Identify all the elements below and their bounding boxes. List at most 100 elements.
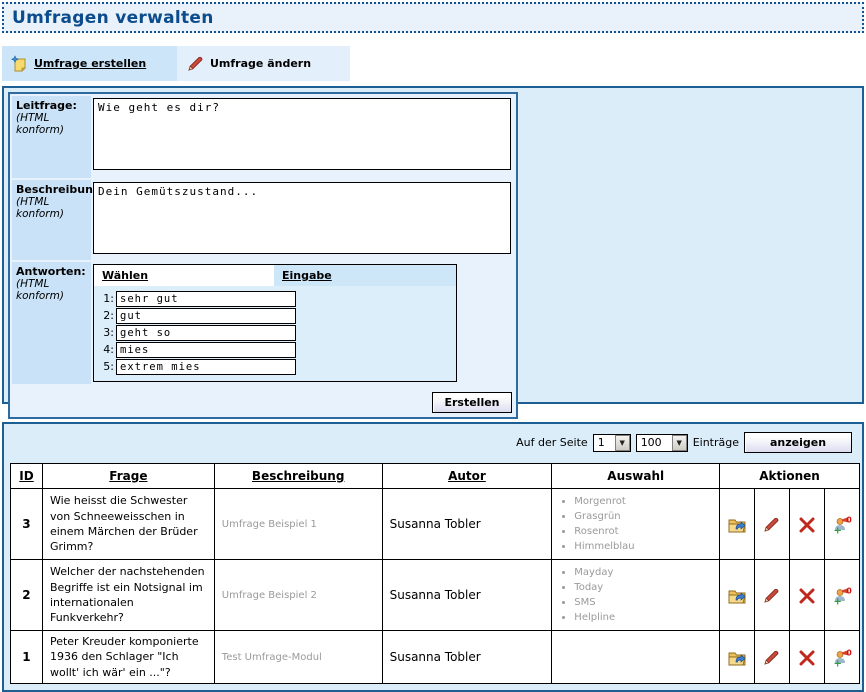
answer-input-5[interactable] [116, 359, 296, 375]
create-form-panel: Leitfrage: (HTML konform) Wie geht es di… [2, 86, 864, 404]
create-form: Leitfrage: (HTML konform) Wie geht es di… [8, 92, 518, 419]
column-header-autor[interactable]: Autor [382, 464, 552, 489]
answers-tab-waehlen[interactable]: Wählen [94, 265, 274, 286]
field-label: Beschreibung: [16, 183, 89, 196]
edit-pencil-icon [763, 517, 781, 533]
answer-row: 2: [94, 307, 456, 324]
edit-action-button[interactable] [755, 631, 790, 684]
column-header-beschreibung[interactable]: Beschreibung [214, 464, 382, 489]
field-sublabel: (HTML konform) [16, 112, 89, 136]
page-title: Umfragen verwalten [12, 8, 214, 28]
pagination-suffix-label: Einträge [693, 436, 739, 449]
delete-action-button[interactable] [790, 560, 825, 631]
chevron-down-icon[interactable]: ▼ [615, 435, 630, 451]
tab-umfrage-erstellen[interactable]: Umfrage erstellen [2, 46, 177, 81]
svg-text:0: 0 [846, 516, 851, 525]
choice-item: Grasgrün [574, 509, 712, 524]
cell-description: Test Umfrage-Modul [214, 631, 382, 684]
preview-action-button[interactable] [720, 489, 755, 560]
tab-umfrage-aendern[interactable]: Umfrage ändern [177, 46, 350, 81]
erstellen-button[interactable]: Erstellen [432, 392, 512, 413]
delete-action-button[interactable] [790, 489, 825, 560]
add-voter-action-button[interactable]: 0 + [824, 560, 859, 631]
preview-action-button[interactable] [720, 631, 755, 684]
cell-id: 1 [11, 631, 43, 684]
preview-folder-icon [727, 516, 747, 534]
page-title-bar: Umfragen verwalten [2, 2, 864, 33]
cell-author: Susanna Tobler [382, 560, 552, 631]
column-header-auswahl: Auswahl [552, 464, 720, 489]
antworten-label: Antworten: (HTML konform) [12, 262, 91, 384]
cell-question: Welcher der nachstehenden Begriffe ist e… [42, 560, 214, 631]
add-voter-icon: 0 + [832, 586, 852, 605]
answer-input-4[interactable] [116, 342, 296, 358]
column-header-frage[interactable]: Frage [42, 464, 214, 489]
choice-item: Helpline [574, 610, 712, 625]
answer-input-2[interactable] [116, 308, 296, 324]
survey-table: ID Frage Beschreibung Autor Auswahl Akti… [10, 463, 860, 684]
field-label: Antworten: [16, 265, 89, 278]
choice-item: Mayday [574, 565, 712, 580]
answer-number: 3: [94, 326, 116, 339]
delete-x-icon [798, 517, 816, 533]
column-header-aktionen: Aktionen [720, 464, 860, 489]
pagination-controls: Auf der Seite 1 ▼ 100 ▼ Einträge anzeige… [10, 432, 856, 453]
field-sublabel: (HTML konform) [16, 278, 89, 302]
svg-text:+: + [833, 659, 841, 668]
cell-question: Peter Kreuder komponierte 1936 den Schla… [42, 631, 214, 684]
answer-number: 2: [94, 309, 116, 322]
delete-action-button[interactable] [790, 631, 825, 684]
edit-action-button[interactable] [755, 560, 790, 631]
edit-pencil-icon [186, 56, 204, 72]
new-note-icon [11, 55, 28, 72]
column-header-id[interactable]: ID [11, 464, 43, 489]
add-voter-icon: 0 + [832, 648, 852, 667]
cell-author: Susanna Tobler [382, 489, 552, 560]
add-voter-icon: 0 + [832, 515, 852, 534]
beschreibung-label: Beschreibung: (HTML konform) [12, 180, 91, 260]
leitfrage-textarea[interactable]: Wie geht es dir? [93, 98, 511, 170]
choice-item: Morgenrot [574, 494, 712, 509]
tab-label: Umfrage erstellen [34, 57, 146, 70]
tab-bar: Umfrage erstellen Umfrage ändern [2, 46, 864, 81]
page-select[interactable]: 1 ▼ [593, 434, 631, 452]
preview-folder-icon [727, 587, 747, 605]
chevron-down-icon[interactable]: ▼ [672, 435, 687, 451]
eingabe-link[interactable]: Eingabe [282, 269, 332, 282]
svg-text:+: + [833, 597, 841, 606]
table-row: 1 Peter Kreuder komponierte 1936 den Sch… [11, 631, 860, 684]
edit-pencil-icon [763, 650, 781, 666]
page-select-value: 1 [598, 436, 608, 449]
field-label: Leitfrage: [16, 99, 89, 112]
choice-item: Today [574, 580, 712, 595]
answer-input-1[interactable] [116, 291, 296, 307]
cell-description: Umfrage Beispiel 1 [214, 489, 382, 560]
table-header-row: ID Frage Beschreibung Autor Auswahl Akti… [11, 464, 860, 489]
cell-id: 2 [11, 560, 43, 631]
per-page-select[interactable]: 100 ▼ [636, 434, 688, 452]
survey-list-panel: Auf der Seite 1 ▼ 100 ▼ Einträge anzeige… [2, 422, 864, 692]
preview-action-button[interactable] [720, 560, 755, 631]
answer-input-3[interactable] [116, 325, 296, 341]
svg-text:0: 0 [846, 649, 851, 658]
add-voter-action-button[interactable]: 0 + [824, 489, 859, 560]
choice-item: Himmelblau [574, 539, 712, 554]
answer-row: 5: [94, 358, 456, 375]
answer-number: 1: [94, 292, 116, 305]
cell-author: Susanna Tobler [382, 631, 552, 684]
add-voter-action-button[interactable]: 0 + [824, 631, 859, 684]
beschreibung-row: Beschreibung: (HTML konform) Dein Gemüts… [12, 180, 514, 260]
edit-action-button[interactable] [755, 489, 790, 560]
svg-text:+: + [833, 526, 841, 535]
anzeigen-button[interactable]: anzeigen [744, 432, 852, 453]
answer-row: 1: [94, 290, 456, 307]
choice-item: SMS [574, 595, 712, 610]
field-sublabel: (HTML konform) [16, 196, 89, 220]
waehlen-link[interactable]: Wählen [102, 269, 148, 282]
antworten-row: Antworten: (HTML konform) Wählen Eingabe [12, 262, 514, 384]
cell-choices [552, 631, 720, 684]
choice-item: Rosenrot [574, 524, 712, 539]
answers-tab-eingabe[interactable]: Eingabe [274, 265, 456, 286]
cell-choices: Morgenrot Grasgrün Rosenrot Himmelblau [552, 489, 720, 560]
beschreibung-textarea[interactable]: Dein Gemütszustand... [93, 182, 511, 254]
